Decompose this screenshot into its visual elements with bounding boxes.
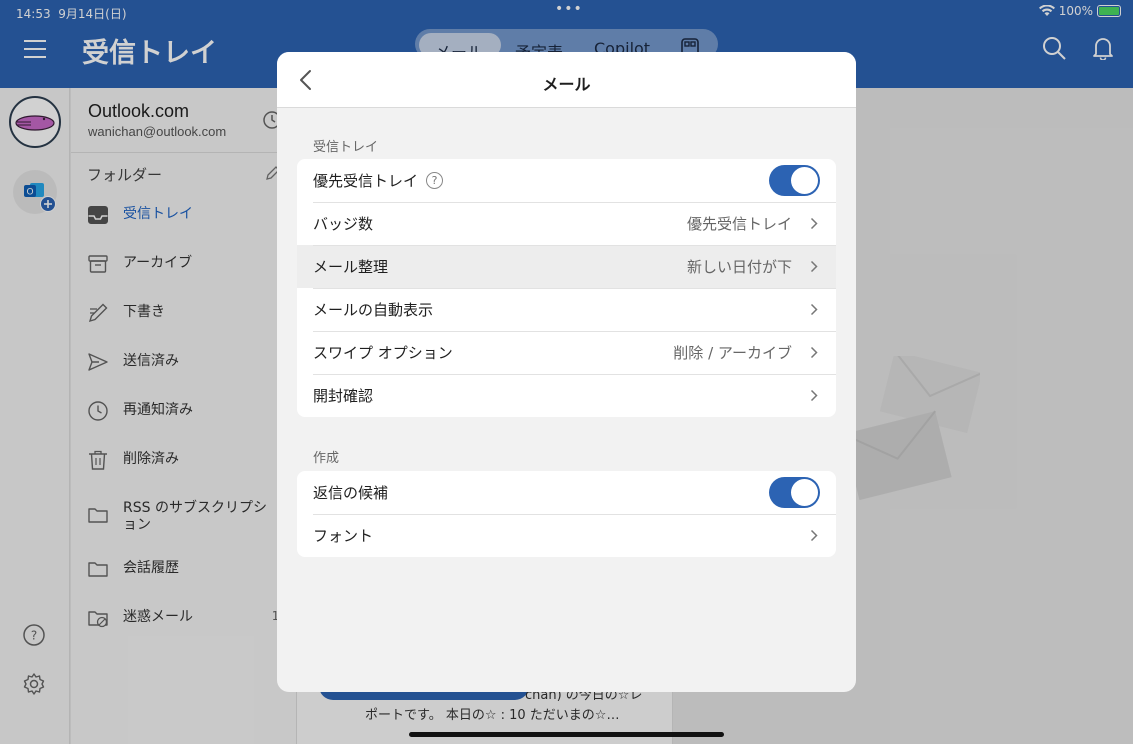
settings-group-inbox: 優先受信トレイ ? バッジ数 優先受信トレイ メール整理 新しい日付が下 メール… (297, 159, 836, 417)
setting-value: 新しい日付が下 (686, 258, 792, 276)
setting-font[interactable]: フォント (297, 514, 836, 557)
setting-value: 優先受信トレイ (686, 215, 792, 233)
setting-label: メールの自動表示 (313, 301, 434, 319)
setting-swipe-options[interactable]: スワイプ オプション 削除 / アーカイブ (297, 331, 836, 374)
section-label-compose: 作成 (313, 451, 340, 466)
chevron-right-icon (810, 303, 818, 316)
modal-header: メール (277, 52, 856, 108)
suggested-replies-toggle[interactable] (769, 477, 820, 508)
section-label-inbox: 受信トレイ (313, 140, 379, 155)
setting-read-receipt[interactable]: 開封確認 (297, 374, 836, 417)
mail-settings-modal: メール 受信トレイ 優先受信トレイ ? バッジ数 優先受信トレイ メール整理 新… (277, 52, 856, 692)
chevron-right-icon (810, 217, 818, 230)
chevron-right-icon (810, 529, 818, 542)
setting-label: 優先受信トレイ (313, 172, 419, 190)
setting-badge-count[interactable]: バッジ数 優先受信トレイ (297, 202, 836, 245)
chevron-right-icon (810, 389, 818, 402)
setting-label: 返信の候補 (313, 484, 389, 502)
setting-auto-display[interactable]: メールの自動表示 (297, 288, 836, 331)
setting-label: バッジ数 (313, 215, 374, 233)
setting-label: 開封確認 (313, 387, 374, 405)
setting-label: フォント (313, 527, 374, 545)
settings-group-compose: 返信の候補 フォント (297, 471, 836, 557)
setting-focused-inbox[interactable]: 優先受信トレイ ? (297, 159, 836, 202)
chevron-right-icon (810, 260, 818, 273)
setting-value: 削除 / アーカイブ (673, 344, 792, 362)
setting-suggested-replies[interactable]: 返信の候補 (297, 471, 836, 514)
setting-label: スワイプ オプション (313, 344, 453, 362)
home-indicator[interactable] (409, 732, 724, 737)
help-circle-icon[interactable]: ? (426, 172, 444, 189)
focused-inbox-toggle[interactable] (769, 165, 820, 196)
modal-title: メール (542, 75, 591, 94)
setting-mail-organize[interactable]: メール整理 新しい日付が下 (297, 245, 836, 288)
chevron-right-icon (810, 346, 818, 359)
setting-label: メール整理 (313, 258, 389, 276)
